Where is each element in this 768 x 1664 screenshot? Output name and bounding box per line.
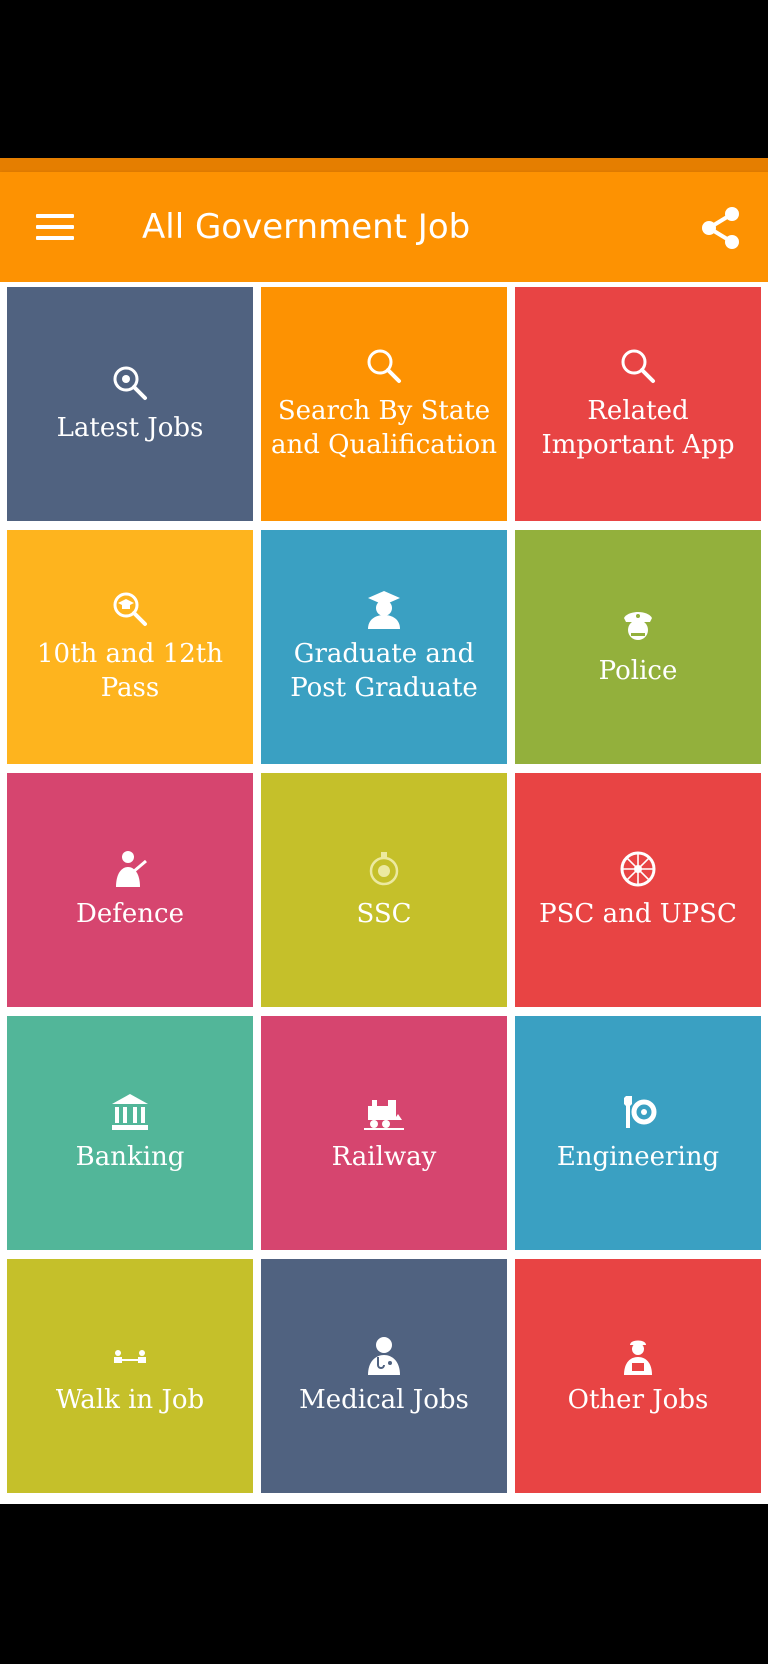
tile-label: Banking xyxy=(75,1142,185,1172)
tile-other-jobs[interactable]: Other Jobs xyxy=(515,1259,761,1493)
tile-label: Other Jobs xyxy=(567,1385,709,1415)
tile-label: Medical Jobs xyxy=(299,1385,469,1415)
tile-label: PSC and UPSC xyxy=(539,899,737,929)
tile-label: Graduate and Post Graduate xyxy=(290,639,478,703)
tile-label: 10th and 12th Pass xyxy=(37,639,223,703)
tile-related-important-app[interactable]: Related Important App xyxy=(515,287,761,521)
emblem-icon xyxy=(369,852,399,886)
tile-label: Railway xyxy=(331,1142,437,1172)
app-bar: All Government Job xyxy=(0,172,768,282)
tile-label: SSC xyxy=(356,899,412,929)
search-icon xyxy=(621,349,655,383)
navigation-bar-area xyxy=(0,1504,768,1664)
worker-icon xyxy=(624,1340,652,1375)
tile-10th-12th-pass[interactable]: 10th and 12th Pass xyxy=(7,530,253,764)
tile-medical-jobs[interactable]: Medical Jobs xyxy=(261,1259,507,1493)
tile-latest-jobs[interactable]: Latest Jobs xyxy=(7,287,253,521)
status-bar-strip xyxy=(0,158,768,172)
tile-graduate-post-graduate[interactable]: Graduate and Post Graduate xyxy=(261,530,507,764)
tile-label: Search By State and Qualification xyxy=(271,396,497,460)
tile-walk-in-job[interactable]: Walk in Job xyxy=(7,1259,253,1493)
share-icon[interactable] xyxy=(700,206,742,250)
tile-label: Police xyxy=(598,656,678,686)
tile-ssc[interactable]: SSC xyxy=(261,773,507,1007)
page-title: All Government Job xyxy=(142,207,471,247)
tile-label: Engineering xyxy=(556,1142,720,1172)
engineering-icon xyxy=(624,1096,657,1128)
tile-engineering[interactable]: Engineering xyxy=(515,1016,761,1250)
search-graduation-icon xyxy=(113,592,147,626)
search-jobs-icon xyxy=(113,366,147,400)
tile-search-by-state[interactable]: Search By State and Qualification xyxy=(261,287,507,521)
tile-label: Latest Jobs xyxy=(56,413,204,443)
tile-banking[interactable]: Banking xyxy=(7,1016,253,1250)
tile-railway[interactable]: Railway xyxy=(261,1016,507,1250)
hamburger-menu-icon[interactable] xyxy=(36,212,74,242)
soldier-icon xyxy=(116,851,147,887)
tile-label: Walk in Job xyxy=(55,1385,205,1415)
tile-label: Related Important App xyxy=(541,396,735,460)
category-grid: Latest Jobs Search By State and Qualific… xyxy=(0,282,768,1504)
walk-in-icon xyxy=(114,1350,146,1363)
graduate-icon xyxy=(368,591,400,629)
chakra-icon xyxy=(620,851,656,887)
doctor-icon xyxy=(368,1337,400,1375)
tile-label: Defence xyxy=(76,899,184,929)
train-icon xyxy=(364,1100,404,1130)
police-icon xyxy=(624,612,652,640)
tile-psc-upsc[interactable]: PSC and UPSC xyxy=(515,773,761,1007)
tile-police[interactable]: Police xyxy=(515,530,761,764)
tile-defence[interactable]: Defence xyxy=(7,773,253,1007)
search-icon xyxy=(367,349,401,383)
bank-icon xyxy=(112,1094,148,1130)
